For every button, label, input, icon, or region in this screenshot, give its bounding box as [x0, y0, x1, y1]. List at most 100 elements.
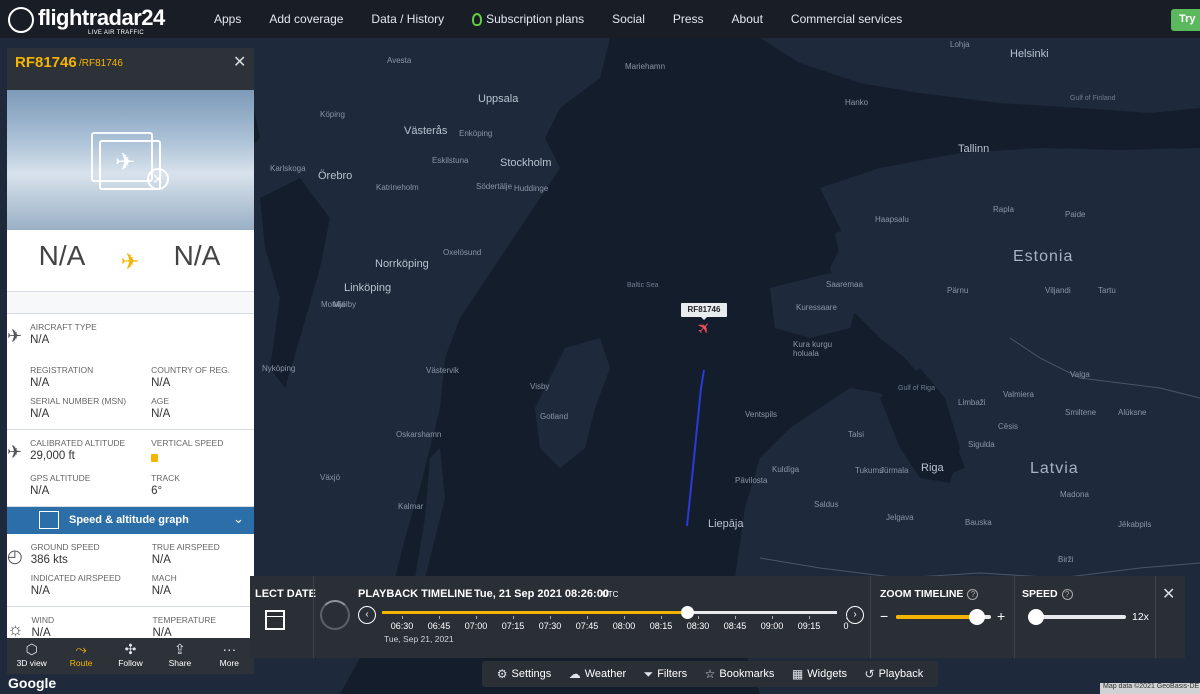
- zoom-slider-handle[interactable]: [968, 609, 985, 625]
- map-label: Enköping: [459, 129, 493, 138]
- timeline-tick-label: 08:30: [686, 621, 710, 631]
- flightradar24-logo[interactable]: flightradar24 LIVE AIR TRAFFIC: [8, 5, 165, 36]
- country-label: COUNTRY OF REG.: [151, 365, 231, 375]
- mach-value: N/A: [151, 585, 171, 597]
- timeline-prev-button[interactable]: ‹: [358, 606, 376, 624]
- flight-info-panel: RF81746 /RF81746 ✕ ✈ ✕ N/A ✈ N/A ✈ AIRCR…: [7, 48, 254, 674]
- map-label: Köping: [320, 110, 345, 119]
- map-label: Estonia: [1013, 248, 1074, 265]
- map-label: Cēsis: [998, 422, 1019, 431]
- timeline-tickmark: [550, 616, 551, 619]
- mach-label: MACH: [151, 573, 177, 583]
- playback-progress-fill: [382, 611, 687, 614]
- map-label: Ventspils: [745, 410, 778, 419]
- close-icon[interactable]: ✕: [233, 52, 246, 72]
- logo-tagline: LIVE AIR TRAFFIC: [88, 30, 145, 36]
- widgets-button[interactable]: ▦ Widgets: [792, 667, 847, 681]
- close-icon[interactable]: ✕: [1162, 584, 1175, 604]
- settings-button[interactable]: ⚙ Settings: [497, 667, 552, 681]
- timeline-tickmark: [402, 616, 403, 619]
- timeline-tickmark: [587, 616, 588, 619]
- gps-altitude-value: N/A: [30, 485, 50, 497]
- registration-value: N/A: [30, 377, 50, 389]
- map-label: Avesta: [387, 56, 412, 65]
- 3d-view-button[interactable]: ⬡ 3D view: [7, 638, 56, 674]
- zoom-slider[interactable]: [896, 609, 991, 625]
- zoom-timeline-title: ZOOM TIMELINE?: [880, 588, 979, 600]
- playback-slider-handle[interactable]: [680, 606, 694, 619]
- aircraft-photo-placeholder: ✈ ✕: [7, 90, 254, 230]
- nav-about[interactable]: About: [718, 12, 777, 26]
- map-label: Saaremaa: [826, 280, 863, 289]
- more-button[interactable]: ··· More: [205, 638, 254, 674]
- map-label: Riga: [921, 462, 944, 474]
- bookmarks-button[interactable]: ☆ Bookmarks: [705, 667, 775, 681]
- speed-altitude-graph-toggle[interactable]: Speed & altitude graph ⌄: [7, 507, 254, 534]
- map-label: Gotland: [540, 412, 569, 421]
- playback-icon: ↺: [864, 667, 875, 681]
- map-label: Jūrmala: [880, 466, 909, 475]
- help-icon[interactable]: ?: [1061, 589, 1073, 600]
- flight-callsign-sub: /RF81746: [79, 58, 123, 69]
- map-label: Visby: [530, 382, 550, 391]
- playback-button[interactable]: ↺ Playback: [865, 667, 924, 681]
- zoom-in-button[interactable]: +: [997, 608, 1005, 624]
- timeline-tickmark: [772, 616, 773, 619]
- origin-airport: N/A: [38, 240, 86, 271]
- map-label: Madona: [1060, 490, 1089, 499]
- map-label: Kura kurgu holuala: [793, 340, 833, 358]
- calendar-icon[interactable]: [265, 610, 285, 630]
- map-label: Tartu: [1098, 286, 1116, 295]
- aircraft-marker-label[interactable]: RF81746: [681, 303, 727, 320]
- cube-icon: ⬡: [25, 641, 38, 657]
- map-label: Talsi: [848, 430, 865, 439]
- map-label: Sigulda: [968, 440, 995, 449]
- nav-data-history[interactable]: Data / History: [357, 12, 458, 26]
- map-label: Paide: [1065, 210, 1086, 219]
- filter-icon: ⏷: [643, 666, 654, 681]
- timeline-tick-label: 07:00: [464, 621, 488, 631]
- calibrated-altitude-value: 29,000 ft: [30, 450, 75, 462]
- playback-timezone: UTC: [602, 590, 619, 599]
- nav-press[interactable]: Press: [659, 12, 718, 26]
- filters-button[interactable]: ⏷ Filters: [644, 667, 688, 682]
- top-navigation-bar: flightradar24 LIVE AIR TRAFFIC Apps Add …: [0, 0, 1200, 38]
- nav-add-coverage[interactable]: Add coverage: [255, 12, 357, 26]
- zoom-out-button[interactable]: −: [880, 608, 888, 624]
- map-label: Tukums: [855, 466, 884, 475]
- map-label: Mjölby: [333, 300, 357, 309]
- ground-speed-value: 386 kts: [30, 554, 68, 566]
- share-button[interactable]: ⇪ Share: [155, 638, 204, 674]
- nav-apps[interactable]: Apps: [200, 12, 255, 26]
- timeline-day-label: Tue, Sep 21, 2021: [384, 634, 454, 644]
- gear-icon: ⚙: [496, 667, 508, 681]
- map-label: Rapla: [993, 205, 1014, 214]
- timeline-tick-label: 09:15: [797, 621, 821, 631]
- panel-header: RF81746 /RF81746 ✕: [7, 48, 254, 90]
- map-label: Saldus: [814, 500, 839, 509]
- nav-subscription-plans[interactable]: Subscription plans: [458, 12, 598, 26]
- temperature-label: TEMPERATURE: [152, 615, 217, 625]
- map-label: Karlskoga: [270, 164, 306, 173]
- map-label: Bauska: [965, 518, 992, 527]
- widgets-icon: ▦: [791, 667, 804, 681]
- no-photo-icon: ✕: [147, 168, 169, 190]
- map-label: Jelgava: [886, 513, 914, 522]
- lock-icon[interactable]: [151, 454, 159, 462]
- map-label: Oskarshamn: [396, 430, 442, 439]
- playback-slider[interactable]: [382, 606, 837, 619]
- speed-slider[interactable]: [1028, 609, 1126, 625]
- try-button[interactable]: Try: [1171, 9, 1200, 31]
- map-attribution[interactable]: Map data ©2021 GeoBasis-DE: [1100, 683, 1200, 694]
- weather-button[interactable]: ☁ Weather: [569, 667, 626, 681]
- help-icon[interactable]: ?: [967, 589, 979, 600]
- map-label: Viljandi: [1045, 286, 1071, 295]
- timeline-tickmark: [698, 616, 699, 619]
- speed-slider-handle[interactable]: [1028, 609, 1044, 625]
- follow-button[interactable]: ✣ Follow: [106, 638, 155, 674]
- nav-social[interactable]: Social: [598, 12, 659, 26]
- airplane-icon: ✈: [7, 326, 23, 346]
- timeline-tick-label: 08:00: [612, 621, 636, 631]
- nav-commercial-services[interactable]: Commercial services: [777, 12, 916, 26]
- route-button[interactable]: ⤳ Route: [56, 638, 105, 674]
